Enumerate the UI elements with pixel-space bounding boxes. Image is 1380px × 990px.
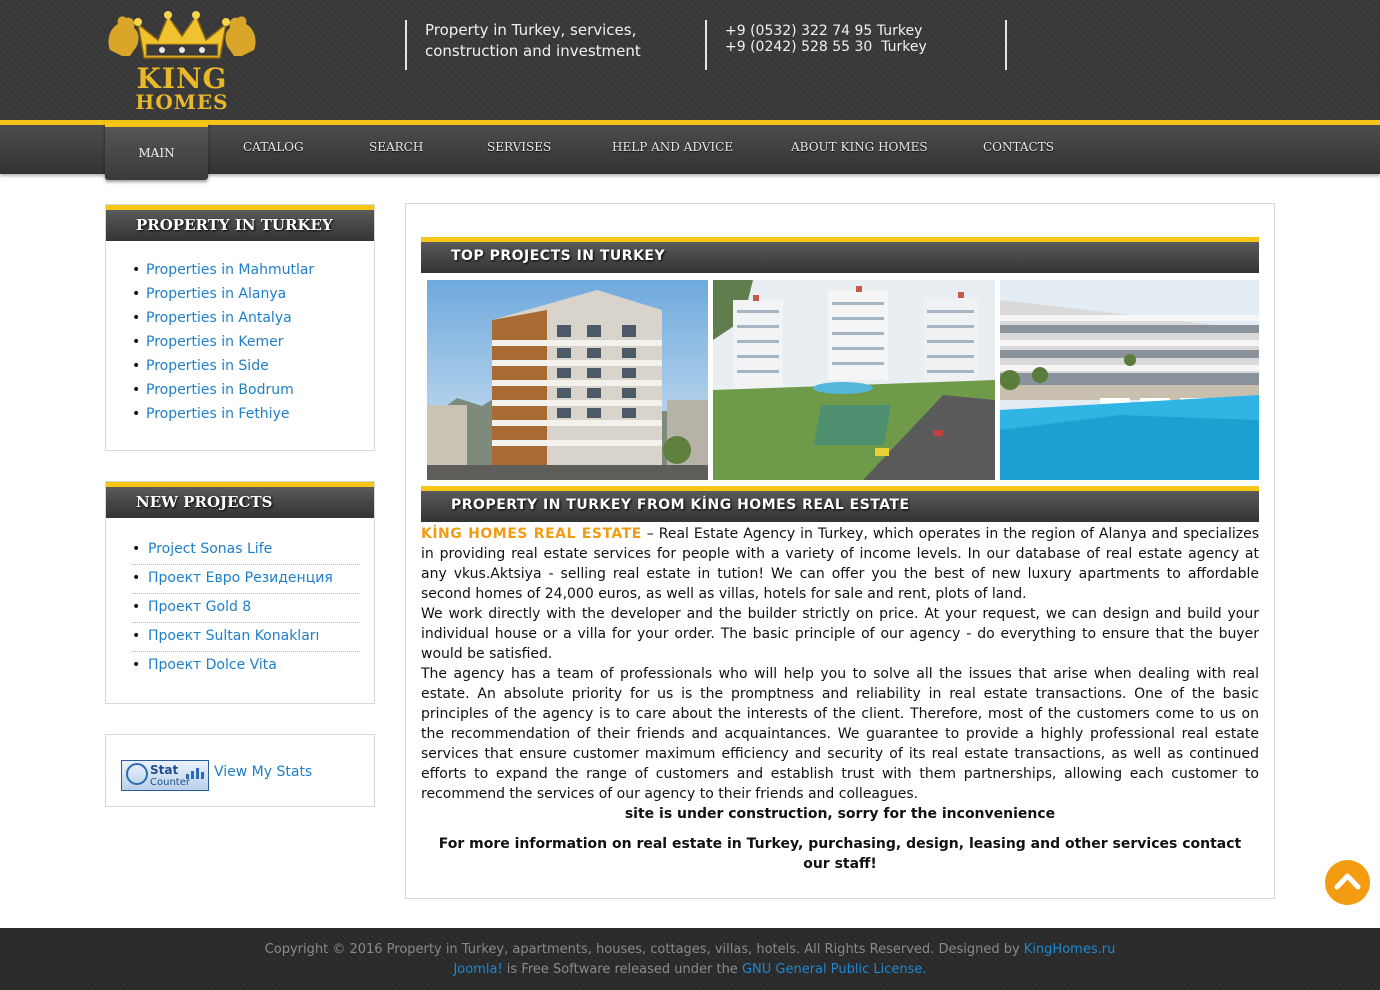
crown-logo-icon: [108, 11, 256, 59]
logo-text-homes: HOMES: [135, 90, 229, 114]
statcounter-logo-icon: [126, 763, 148, 785]
section-title: TOP PROJECTS IN TURKEY: [451, 248, 666, 264]
bar-chart-icon: [186, 767, 206, 779]
projects-list: Project Sonas Life Проект Евро Резиденци…: [132, 536, 360, 680]
statcounter-badge[interactable]: Stat Counter: [121, 760, 209, 791]
brand-name: KİNG HOMES REAL ESTATE: [421, 526, 642, 542]
chevron-up-icon: [1334, 873, 1361, 890]
gpl-license-link[interactable]: GNU General Public License.: [742, 962, 927, 977]
list-item: Project Sonas Life: [132, 536, 360, 565]
module-header: NEW PROJECTS: [106, 482, 374, 518]
joomla-link[interactable]: Joomla!: [453, 962, 502, 977]
nav-item-search[interactable]: SEARCH: [369, 125, 423, 174]
statcounter-module: Stat Counter View My Stats: [105, 734, 375, 807]
property-link-mahmutlar[interactable]: Properties in Mahmutlar: [146, 262, 314, 278]
list-item: Properties in Kemer: [132, 330, 314, 354]
about-header: PROPERTY IN TURKEY FROM KİNG HOMES REAL …: [421, 486, 1259, 522]
module-header: PROPERTY IN TURKEY: [106, 205, 374, 241]
project-link-sultan-konaklari[interactable]: Проект Sultan Konakları: [148, 628, 319, 644]
list-item: Properties in Bodrum: [132, 378, 314, 402]
complex-render-photo: [713, 280, 995, 480]
list-item: Проект Gold 8: [132, 594, 360, 623]
project-image-3[interactable]: [1000, 280, 1259, 480]
header-divider: [405, 20, 407, 70]
list-item: Properties in Side: [132, 354, 314, 378]
site-logo[interactable]: KING HOMES: [106, 10, 258, 114]
property-link-kemer[interactable]: Properties in Kemer: [146, 334, 284, 350]
header-divider: [1005, 20, 1007, 70]
property-link-antalya[interactable]: Properties in Antalya: [146, 310, 292, 326]
list-item: Проект Dolce Vita: [132, 652, 360, 680]
module-title: NEW PROJECTS: [136, 493, 273, 511]
contact-notice: For more information on real estate in T…: [438, 836, 1242, 872]
copyright-line: Copyright © 2016 Property in Turkey, apa…: [0, 942, 1380, 957]
nav-item-help-and-advice[interactable]: HELP AND ADVICE: [612, 125, 733, 174]
nav-item-contacts[interactable]: CONTACTS: [983, 125, 1054, 174]
list-item: Properties in Fethiye: [132, 402, 314, 426]
project-image-2[interactable]: [713, 280, 995, 480]
property-link-bodrum[interactable]: Properties in Bodrum: [146, 382, 294, 398]
property-link-fethiye[interactable]: Properties in Fethiye: [146, 406, 289, 422]
view-my-stats-link[interactable]: View My Stats: [214, 764, 312, 780]
property-links-list: Properties in Mahmutlar Properties in Al…: [132, 258, 314, 426]
paragraph-3: The agency has a team of professionals w…: [421, 666, 1259, 802]
project-link-sonas-life[interactable]: Project Sonas Life: [148, 541, 272, 557]
property-link-alanya[interactable]: Properties in Alanya: [146, 286, 286, 302]
module-title: PROPERTY IN TURKEY: [136, 216, 333, 234]
statcounter-badge-line1: Stat: [150, 763, 179, 777]
building-photo: [427, 280, 708, 480]
paragraph-2: We work directly with the developer and …: [421, 606, 1259, 662]
designer-link[interactable]: KingHomes.ru: [1024, 942, 1116, 957]
nav-item-main[interactable]: MAIN: [105, 122, 208, 180]
list-item: Проект Евро Резиденция: [132, 565, 360, 594]
property-link-side[interactable]: Properties in Side: [146, 358, 269, 374]
site-header: KING HOMES Property in Turkey, services,…: [0, 0, 1380, 120]
header-divider: [705, 20, 707, 70]
scroll-to-top-button[interactable]: [1325, 860, 1370, 905]
free-software-text: is Free Software released under the: [502, 962, 742, 977]
header-tagline: Property in Turkey, services, constructi…: [425, 21, 641, 60]
resort-pool-photo: [1000, 280, 1259, 480]
statcounter-badge-line2: Counter: [150, 777, 190, 788]
main-content: TOP PROJECTS IN TURKEY PROPERTY IN TURKE…: [405, 203, 1275, 899]
nav-item-catalog[interactable]: CATALOG: [243, 125, 304, 174]
copyright-text: Copyright © 2016 Property in Turkey, apa…: [264, 942, 1024, 957]
project-link-euro-residence[interactable]: Проект Евро Резиденция: [148, 570, 333, 586]
list-item: Properties in Mahmutlar: [132, 258, 314, 282]
nav-item-about[interactable]: ABOUT KING HOMES: [791, 125, 928, 174]
section-title: PROPERTY IN TURKEY FROM KİNG HOMES REAL …: [451, 497, 910, 513]
property-in-turkey-module: PROPERTY IN TURKEY Properties in Mahmutl…: [105, 204, 375, 451]
project-image-1[interactable]: [427, 280, 708, 480]
site-footer: Copyright © 2016 Property in Turkey, apa…: [0, 928, 1380, 990]
list-item: Properties in Alanya: [132, 282, 314, 306]
list-item: Properties in Antalya: [132, 306, 314, 330]
top-projects-header: TOP PROJECTS IN TURKEY: [421, 237, 1259, 273]
list-item: Проект Sultan Konakları: [132, 623, 360, 652]
project-link-gold-8[interactable]: Проект Gold 8: [148, 599, 251, 615]
intro-paragraph: KİNG HOMES REAL ESTATE – Real Estate Age…: [421, 524, 1259, 604]
project-link-dolce-vita[interactable]: Проект Dolce Vita: [148, 657, 277, 673]
header-phones: +9 (0532) 322 74 95 Turkey +9 (0242) 528…: [725, 23, 927, 55]
nav-item-main-label: MAIN: [138, 146, 175, 160]
new-projects-module: NEW PROJECTS Project Sonas Life Проект Е…: [105, 481, 375, 704]
construction-notice: site is under construction, sorry for th…: [624, 806, 1056, 822]
nav-item-services[interactable]: SERVISES: [487, 125, 551, 174]
license-line: Joomla! is Free Software released under …: [0, 962, 1380, 977]
